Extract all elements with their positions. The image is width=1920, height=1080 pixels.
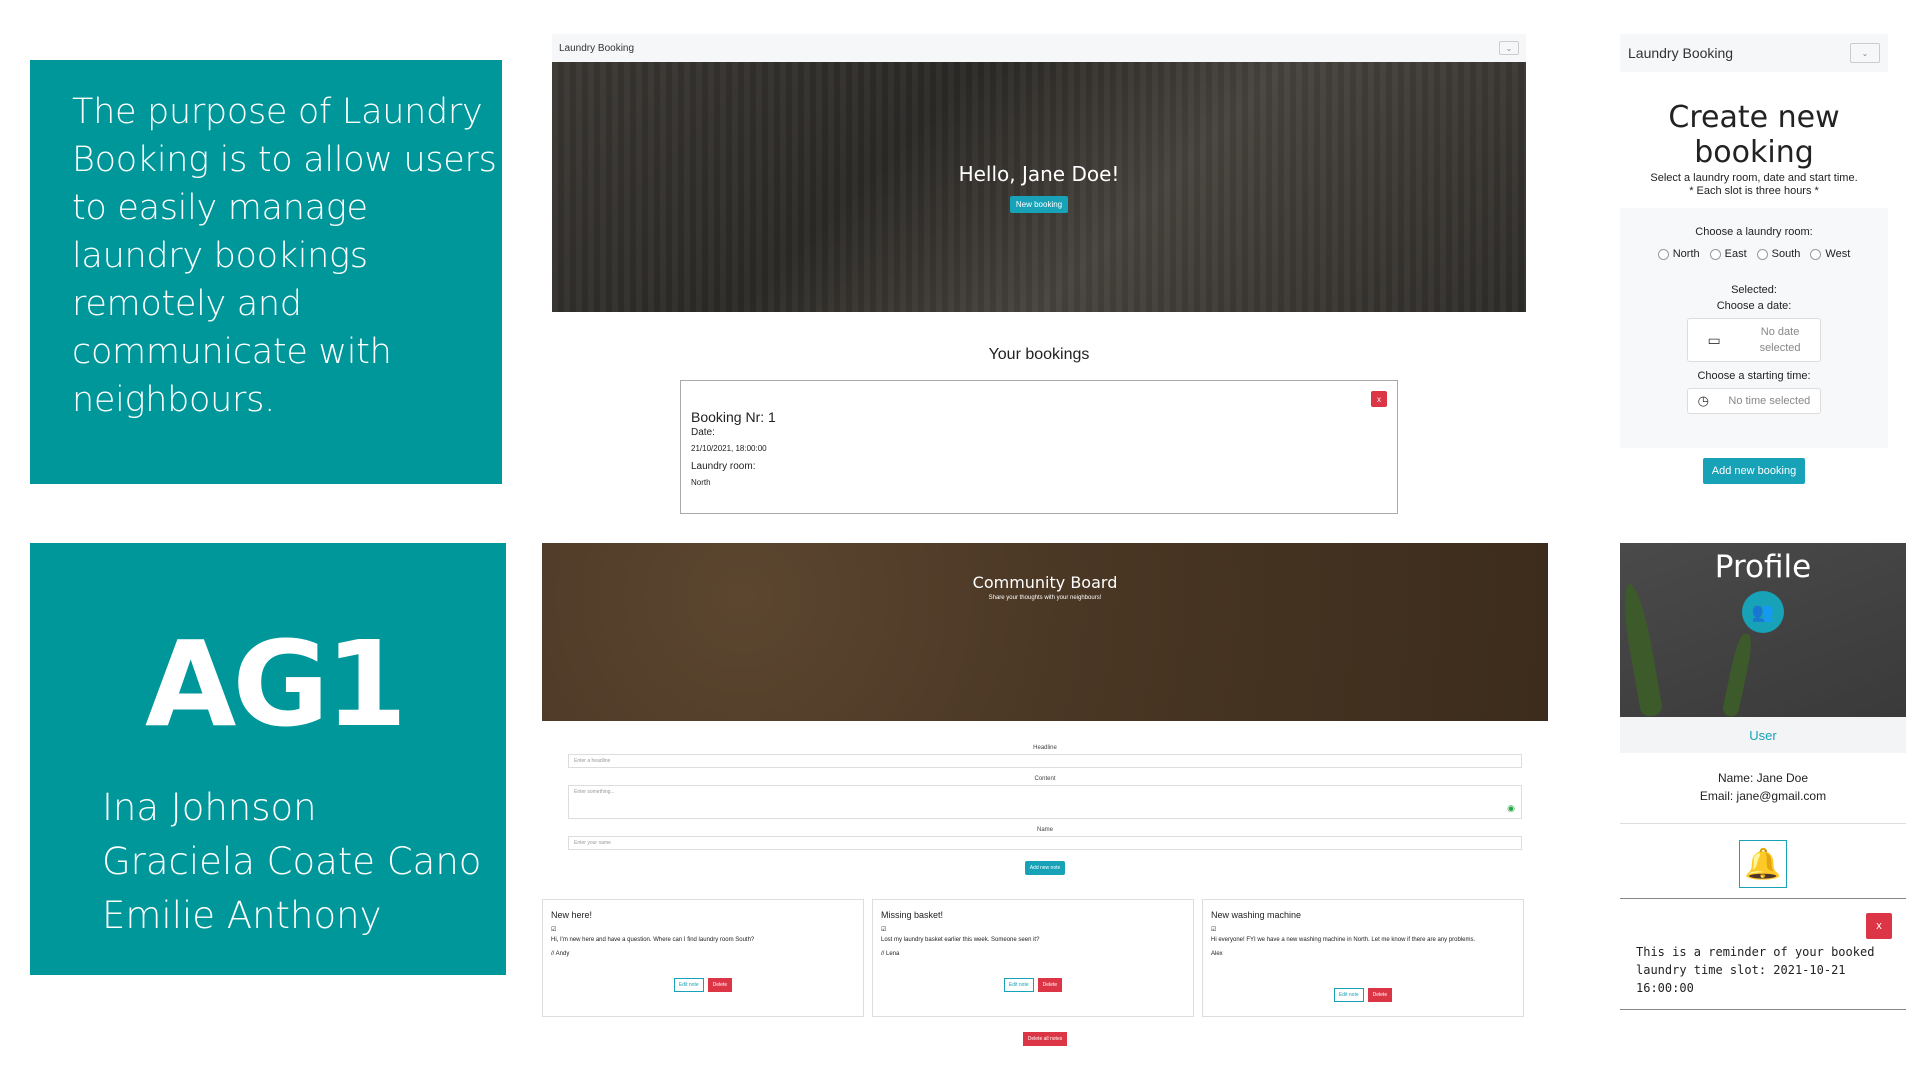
- navbar: Laundry Booking ⌄: [552, 34, 1526, 62]
- room-label: Laundry room:: [691, 461, 756, 472]
- profile-screen: Profile 👥 User Name: Jane Doe Email: jan…: [1620, 543, 1906, 1048]
- clock-icon: ◷: [1697, 393, 1710, 408]
- new-booking-button[interactable]: New booking: [1009, 195, 1069, 213]
- navbar: Laundry Booking ⌄: [1620, 34, 1888, 72]
- note-title: New here!: [551, 910, 593, 920]
- community-screen: Community Board Share your thoughts with…: [542, 543, 1548, 1058]
- date-picker[interactable]: ▭ No date selected: [1687, 318, 1821, 362]
- team-member: Emilie Anthony: [102, 894, 382, 937]
- purpose-panel: The purpose of Laundry Booking is to all…: [30, 60, 502, 484]
- note-author: // Lena: [881, 951, 900, 957]
- edit-note-button[interactable]: Edit note: [673, 978, 704, 992]
- note-body: Lost my laundry basket earlier this week…: [881, 937, 1040, 943]
- purpose-text: The purpose of Laundry Booking is to all…: [72, 92, 497, 420]
- time-label: Choose a starting time:: [1697, 370, 1811, 382]
- close-reminder-button[interactable]: x: [1866, 913, 1892, 939]
- delete-note-button[interactable]: Delete: [1367, 988, 1393, 1002]
- team-member: Ina Johnson: [102, 786, 317, 829]
- brand[interactable]: Laundry Booking: [1628, 45, 1733, 61]
- user-info: Name: Jane Doe Email: jane@gmail.com: [1620, 769, 1906, 805]
- menu-toggle-icon[interactable]: ⌄: [1499, 41, 1519, 55]
- content-input[interactable]: Enter something... ◉: [568, 785, 1522, 819]
- profile-banner: Profile 👥: [1620, 543, 1906, 718]
- team-members: Ina Johnson Graciela Coate Cano Emilie A…: [102, 781, 481, 943]
- calendar-icon: ▭: [1707, 331, 1721, 348]
- reminder-text: This is a reminder of your booked laundr…: [1636, 945, 1875, 995]
- team-code: AG1: [145, 615, 407, 753]
- room-radio-north[interactable]: North: [1657, 248, 1700, 260]
- delete-note-button[interactable]: Delete: [1037, 978, 1063, 992]
- booking-form: Choose a laundry room: North East South …: [1620, 208, 1888, 448]
- room-value: North: [691, 478, 711, 487]
- room-options: North East South West: [1620, 248, 1888, 260]
- edit-note-button[interactable]: Edit note: [1003, 978, 1034, 992]
- note-card: Missing basket! ☑ Lost my laundry basket…: [872, 899, 1194, 1017]
- note-author: Alex: [1211, 951, 1223, 957]
- home-screen: Laundry Booking ⌄ Hello, Jane Doe! New b…: [552, 34, 1526, 534]
- content-label: Content: [1034, 776, 1056, 782]
- booking-title: Booking Nr: 1: [691, 409, 776, 425]
- edit-icon[interactable]: ☑: [551, 926, 855, 933]
- brand[interactable]: Laundry Booking: [559, 43, 634, 54]
- user-name: Name: Jane Doe: [1717, 771, 1809, 785]
- user-email: Email: jane@gmail.com: [1699, 789, 1827, 803]
- headline-input[interactable]: Enter a headline: [568, 754, 1522, 768]
- room-radio-south[interactable]: South: [1756, 248, 1800, 260]
- community-title: Community Board: [972, 573, 1118, 592]
- community-subtitle: Share your thoughts with your neighbours…: [988, 595, 1102, 601]
- plant-leaf: [1721, 632, 1755, 718]
- edit-note-button[interactable]: Edit note: [1333, 988, 1364, 1002]
- note-body: Hi everyone! FYI we have a new washing m…: [1211, 937, 1476, 943]
- greeting: Hello, Jane Doe!: [958, 161, 1120, 186]
- note-card: New washing machine ☑ Hi everyone! FYI w…: [1202, 899, 1524, 1017]
- add-note-button[interactable]: Add new note: [1024, 861, 1066, 875]
- room-radio-east[interactable]: East: [1709, 248, 1747, 260]
- add-booking-button[interactable]: Add new booking: [1702, 458, 1806, 484]
- bookings-title: Your bookings: [988, 346, 1090, 363]
- reminder-card: x This is a reminder of your booked laun…: [1620, 899, 1906, 1009]
- notes-list: New here! ☑ Hi, I'm new here and have a …: [542, 899, 1548, 1017]
- name-input[interactable]: Enter your name: [568, 836, 1522, 850]
- delete-booking-button[interactable]: x: [1371, 391, 1387, 407]
- notifications-section: 🔔: [1620, 840, 1906, 888]
- note-author: // Andy: [551, 951, 570, 957]
- grammar-icon[interactable]: ◉: [1507, 803, 1515, 814]
- note-title: Missing basket!: [881, 910, 944, 920]
- booking-card: x Booking Nr: 1 Date: 21/10/2021, 18:00:…: [680, 380, 1398, 514]
- selected-label: Selected:: [1731, 284, 1777, 296]
- delete-all-notes-button[interactable]: Delete all notes: [1022, 1032, 1068, 1046]
- tab-user[interactable]: User: [1620, 717, 1906, 753]
- date-label: Choose a date:: [1716, 300, 1792, 312]
- community-banner: Community Board Share your thoughts with…: [542, 543, 1548, 721]
- bell-icon[interactable]: 🔔: [1739, 840, 1787, 888]
- note-title: New washing machine: [1211, 910, 1302, 920]
- users-icon: 👥: [1742, 591, 1784, 633]
- room-radio-west[interactable]: West: [1810, 248, 1850, 260]
- team-member: Graciela Coate Cano: [102, 840, 482, 883]
- hero-banner: Hello, Jane Doe! New booking: [552, 62, 1526, 312]
- profile-title: Profile: [1714, 549, 1812, 585]
- room-label: Choose a laundry room:: [1695, 226, 1813, 238]
- plant-leaf: [1620, 582, 1664, 718]
- menu-toggle-icon[interactable]: ⌄: [1850, 43, 1880, 63]
- delete-note-button[interactable]: Delete: [707, 978, 733, 992]
- team-panel: AG1 Ina Johnson Graciela Coate Cano Emil…: [30, 543, 506, 975]
- subtitle: Select a laundry room, date and start ti…: [1650, 172, 1858, 197]
- note-card: New here! ☑ Hi, I'm new here and have a …: [542, 899, 864, 1017]
- date-value: 21/10/2021, 18:00:00: [691, 444, 767, 453]
- edit-icon[interactable]: ☑: [881, 926, 1185, 933]
- page-title: Create new booking: [1668, 100, 1840, 170]
- name-label: Name: [1036, 827, 1053, 833]
- date-label: Date:: [691, 427, 715, 438]
- edit-icon[interactable]: ☑: [1211, 926, 1515, 933]
- create-booking-screen: Laundry Booking ⌄ Create new booking Sele…: [1620, 34, 1888, 510]
- headline-label: Headline: [1033, 745, 1057, 751]
- note-body: Hi, I'm new here and have a question. Wh…: [551, 937, 755, 943]
- time-picker[interactable]: ◷ No time selected: [1687, 388, 1821, 414]
